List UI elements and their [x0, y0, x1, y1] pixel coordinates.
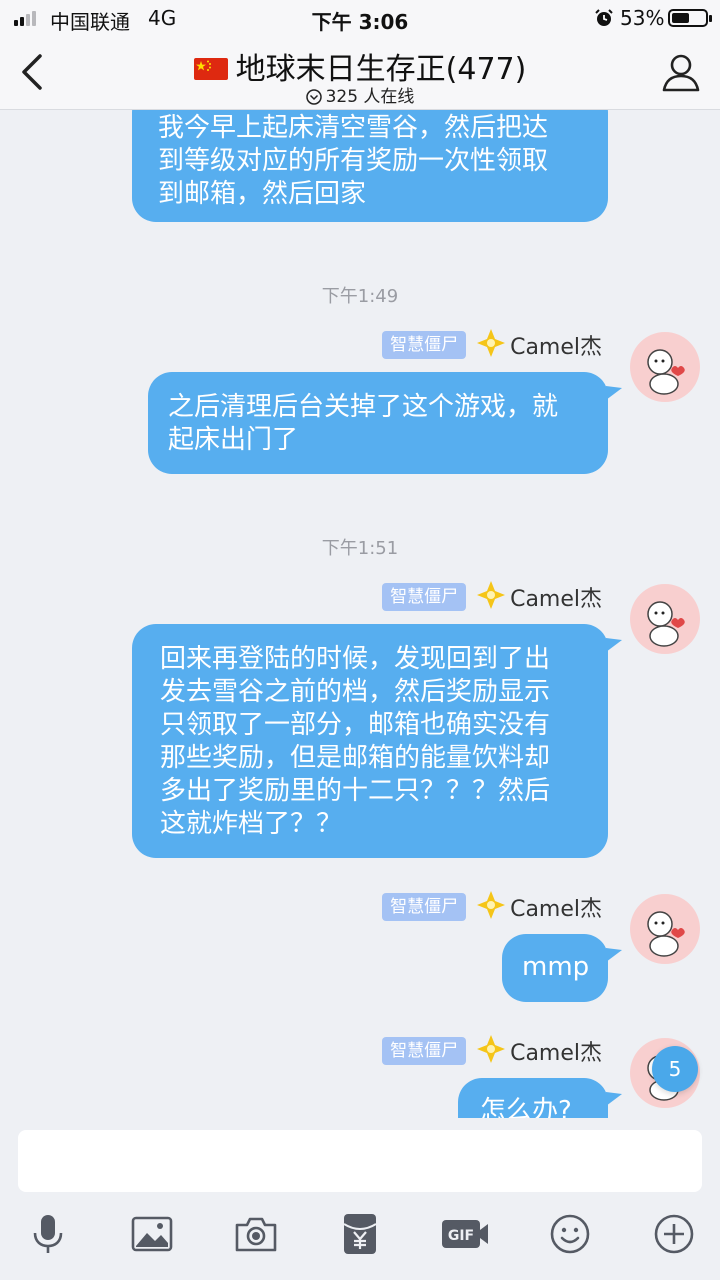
image-icon[interactable] — [130, 1212, 174, 1256]
input-area: GIF — [0, 1118, 720, 1280]
svg-text:GIF: GIF — [448, 1228, 474, 1244]
gif-icon[interactable]: GIF — [440, 1212, 490, 1256]
diamond-star-icon — [476, 580, 506, 614]
battery-percent: 53% — [620, 6, 665, 30]
person-icon[interactable] — [658, 50, 704, 96]
chevron-down-circle-icon — [305, 89, 322, 105]
diamond-star-icon — [476, 890, 506, 924]
status-bar: 中国联通 4G 下午 3:06 53% — [0, 0, 720, 36]
timestamp: 下午1:51 — [321, 538, 399, 559]
diamond-star-icon — [476, 1034, 506, 1068]
bubble-tail — [606, 1092, 622, 1106]
message-line: 怎么办? — [480, 1096, 572, 1120]
unread-count-badge[interactable]: 5 — [652, 1046, 698, 1092]
message-input[interactable] — [18, 1130, 702, 1192]
sender-name: Camel杰 — [510, 335, 602, 360]
emoji-icon[interactable] — [548, 1212, 592, 1256]
message-bubble[interactable]: 回来再登陆的时候，发现回到了出 发去雪谷之前的档，然后奖励显示 只领取了一部分，… — [132, 624, 608, 858]
red-packet-icon[interactable] — [338, 1212, 382, 1256]
plus-icon[interactable] — [652, 1212, 696, 1256]
message-line: 回来再登陆的时候，发现回到了出 — [160, 644, 551, 674]
message-bubble[interactable]: 怎么办? — [458, 1078, 608, 1120]
chat-header: 地球末日生存正(477) 325 人在线 — [0, 36, 720, 110]
sender-name: Camel杰 — [510, 897, 602, 922]
member-title-badge: 智慧僵尸 — [382, 331, 467, 359]
battery-icon — [668, 9, 712, 27]
message-bubble[interactable]: 之后清理后台关掉了这个游戏，就 起床出门了 — [148, 372, 608, 474]
message-line: 到等级对应的所有奖励一次性领取 — [158, 146, 549, 176]
avatar[interactable] — [630, 332, 700, 402]
message-bubble[interactable]: mmp — [502, 934, 608, 1002]
member-title-badge: 智慧僵尸 — [382, 1037, 467, 1065]
message-line: 多出了奖励里的十二只？？？然后 — [160, 776, 551, 806]
sender-row: 智慧僵尸 Camel杰 — [382, 580, 602, 614]
message-line: 这就炸档了？？ — [160, 809, 343, 839]
sender-row: 智慧僵尸 Camel杰 — [382, 890, 602, 924]
timestamp: 下午1:49 — [321, 286, 399, 307]
message-line: 起床出门了 — [168, 425, 299, 455]
microphone-icon[interactable] — [26, 1212, 70, 1256]
diamond-star-icon — [476, 328, 506, 362]
camera-icon[interactable] — [234, 1212, 278, 1256]
bubble-tail — [606, 386, 622, 400]
sender-row: 智慧僵尸 Camel杰 — [382, 1034, 602, 1068]
member-title-badge: 智慧僵尸 — [382, 583, 467, 611]
message-line: 只领取了一部分，邮箱也确实没有 — [160, 710, 551, 740]
sender-name: Camel杰 — [510, 587, 602, 612]
online-status: 325 人在线 — [0, 82, 720, 107]
bubble-tail — [606, 638, 622, 652]
avatar[interactable] — [630, 584, 700, 654]
message-line: 到邮箱，然后回家 — [158, 179, 367, 209]
chat-message-list[interactable]: 我今早上起床清空雪谷，然后把达 到等级对应的所有奖励一次性领取 到邮箱，然后回家… — [0, 0, 720, 1120]
sender-row: 智慧僵尸 Camel杰 — [382, 328, 602, 362]
alarm-clock-icon — [594, 8, 614, 33]
avatar[interactable] — [630, 894, 700, 964]
message-line: 发去雪谷之前的档，然后奖励显示 — [160, 677, 551, 707]
bubble-tail — [606, 948, 622, 962]
message-line: 我今早上起床清空雪谷，然后把达 — [158, 113, 549, 143]
message-line: 那些奖励，但是邮箱的能量饮料却 — [160, 743, 551, 773]
online-count: 325 人在线 — [325, 87, 415, 107]
member-title-badge: 智慧僵尸 — [382, 893, 467, 921]
message-line: mmp — [522, 952, 590, 982]
sender-name: Camel杰 — [510, 1041, 602, 1066]
message-line: 之后清理后台关掉了这个游戏，就 — [168, 392, 559, 422]
